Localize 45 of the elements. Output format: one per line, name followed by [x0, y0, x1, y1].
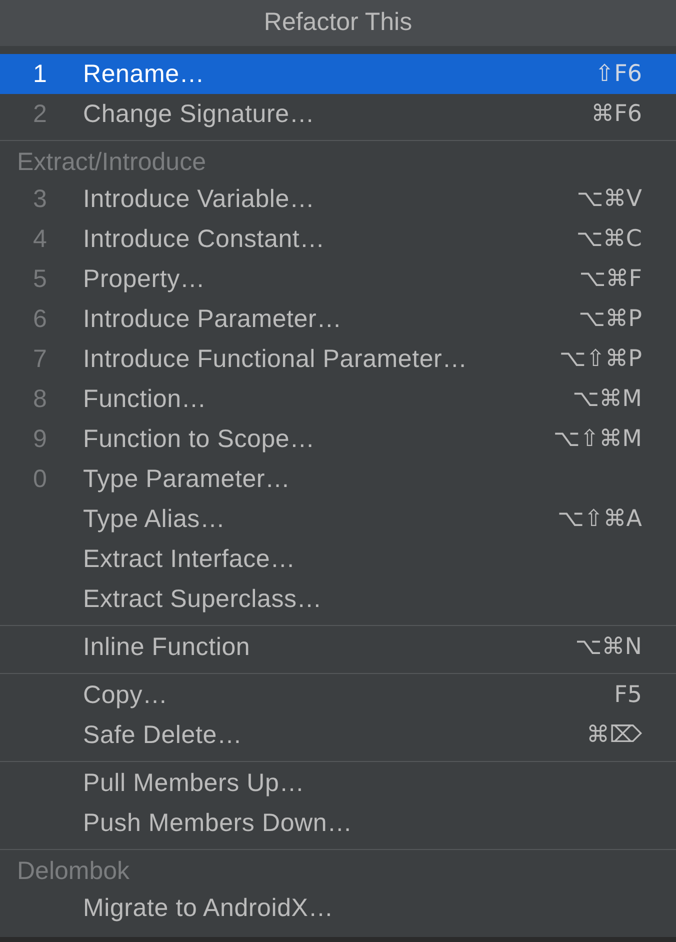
keyboard-shortcut: ⌥⌘M: [572, 386, 642, 412]
menu-item[interactable]: Inline Function ⌥⌘N: [0, 627, 676, 667]
menu-item[interactable]: Migrate to AndroidX…: [0, 888, 676, 928]
mnemonic-number: 8: [33, 384, 47, 414]
menu-item[interactable]: 4 Introduce Constant… ⌥⌘C: [0, 219, 676, 259]
menu-item[interactable]: 9 Function to Scope… ⌥⇧⌘M: [0, 419, 676, 459]
mnemonic-number: 9: [33, 424, 47, 454]
menu-item[interactable]: Copy… F5: [0, 675, 676, 715]
keyboard-shortcut: ⌥⌘C: [576, 226, 642, 252]
keyboard-shortcut: ⌥⌘N: [575, 634, 642, 660]
menu-item[interactable]: Extract Superclass…: [0, 579, 676, 619]
menu-item[interactable]: 5 Property… ⌥⌘F: [0, 259, 676, 299]
keyboard-shortcut: ⌥⇧⌘A: [557, 506, 642, 532]
mnemonic-number: 7: [33, 344, 47, 374]
mnemonic-number: 6: [33, 304, 47, 334]
menu-item[interactable]: 1 Rename… ⇧F6: [0, 54, 676, 94]
menu-item[interactable]: Safe Delete… ⌘⌦: [0, 715, 676, 755]
keyboard-shortcut: ⌥⇧⌘M: [553, 426, 642, 452]
menu-item[interactable]: Pull Members Up…: [0, 763, 676, 803]
menu-item[interactable]: 0 Type Parameter…: [0, 459, 676, 499]
menu-item[interactable]: Push Members Down…: [0, 803, 676, 843]
section-header: Extract/Introduce: [16, 147, 207, 178]
keyboard-shortcut: ⌥⌘F: [579, 266, 642, 292]
mnemonic-number: 2: [33, 100, 47, 128]
menu-item[interactable]: 8 Function… ⌥⌘M: [0, 379, 676, 419]
keyboard-shortcut: F5: [614, 682, 642, 708]
mnemonic-number: 1: [33, 60, 47, 88]
mnemonic-number: 3: [33, 184, 47, 214]
menu-item[interactable]: Type Alias… ⌥⇧⌘A: [0, 499, 676, 539]
popup-title: Refactor This: [0, 0, 676, 46]
keyboard-shortcut: ⌥⌘P: [578, 306, 642, 332]
keyboard-shortcut: ⌘F6: [591, 101, 642, 127]
mnemonic-number: 5: [33, 264, 47, 294]
mnemonic-number: 0: [33, 464, 47, 494]
menu-item[interactable]: 6 Introduce Parameter… ⌥⌘P: [0, 299, 676, 339]
menu-item[interactable]: 3 Introduce Variable… ⌥⌘V: [0, 179, 676, 219]
menu-item[interactable]: Extract Interface…: [0, 539, 676, 579]
keyboard-shortcut: ⌘⌦: [586, 722, 642, 748]
section-header: Delombok: [16, 856, 131, 887]
menu-item[interactable]: 2 Change Signature… ⌘F6: [0, 94, 676, 134]
keyboard-shortcut: ⌥⇧⌘P: [559, 346, 642, 372]
keyboard-shortcut: ⌥⌘V: [576, 186, 642, 212]
keyboard-shortcut: ⇧F6: [594, 61, 642, 87]
menu-item[interactable]: 7 Introduce Functional Parameter… ⌥⇧⌘P: [0, 339, 676, 379]
mnemonic-number: 4: [33, 224, 47, 254]
